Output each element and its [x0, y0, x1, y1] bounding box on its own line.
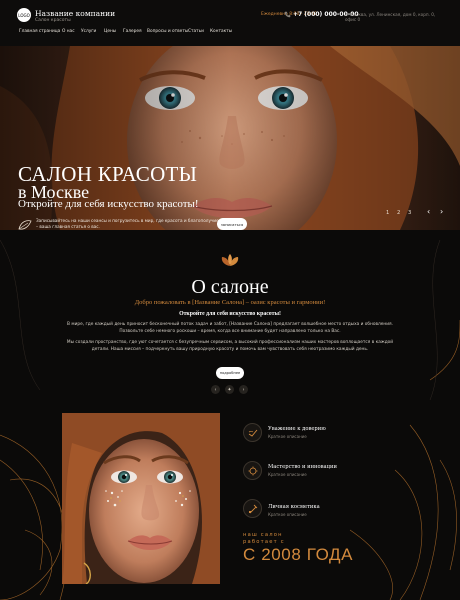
address: г. Москва, ул. Ленинская, дом 0, корп. 0… [345, 12, 436, 22]
sparkle-icon: ✦ [227, 386, 232, 393]
hero-description: Записывайтесь на наши сеансы и погрузите… [36, 218, 219, 229]
portrait-image [62, 413, 220, 584]
portrait-photo [62, 413, 220, 584]
slider-prev-button[interactable]: ‹ [427, 207, 430, 216]
nav-item-services[interactable]: Услуги [81, 29, 96, 34]
about-welcome: Добро пожаловать в [Название Салона] – о… [134, 299, 326, 306]
main-nav: Главная страница О нас Услуги Цены Галер… [0, 29, 460, 41]
nav-item-about[interactable]: О нас [62, 29, 75, 34]
phone-icon [284, 11, 291, 18]
leaf-icon [18, 220, 32, 230]
since-label: наш салон работает с [243, 532, 285, 546]
mastery-icon [243, 461, 262, 480]
nav-item-prices[interactable]: Цены [104, 29, 116, 34]
signup-button[interactable]: записаться [217, 218, 247, 230]
mini-prev-icon: ‹ [214, 386, 217, 393]
company-tagline: Салон красоты [35, 18, 71, 23]
logo-icon[interactable]: LOGO [17, 8, 31, 22]
about-paragraph-1: В мире, где каждый день приносит бесконе… [67, 322, 393, 334]
slider-page-1[interactable]: 1 [386, 210, 389, 216]
feature-title-cosmetics: Личная косметика [268, 504, 320, 510]
nav-item-contacts[interactable]: Контакты [210, 29, 232, 34]
nav-item-home[interactable]: Главная страница [19, 29, 60, 34]
trust-icon [243, 423, 262, 442]
mini-prev-button[interactable]: ‹ [211, 385, 220, 394]
nav-item-faq[interactable]: Вопросы и ответы [147, 29, 188, 34]
slider-page-3[interactable]: 3 [408, 210, 411, 216]
about-heading: Откройте для себя искусство красоты! [179, 311, 281, 317]
feature-subtitle-trust: Краткое описание [268, 434, 307, 439]
site-header: LOGO Название компании Салон красоты Еже… [0, 0, 460, 46]
feature-title-mastery: Мастерство и инновации [268, 464, 337, 470]
flower-icon [221, 254, 239, 266]
feature-subtitle-cosmetics: Краткое описание [268, 512, 307, 517]
since-line-1: наш салон [243, 532, 283, 538]
hero-banner: САЛОН КРАСОТЫ в Москве Откройте для себя… [0, 46, 460, 230]
cosmetics-icon [243, 499, 262, 518]
slider-next-button[interactable]: › [440, 207, 443, 216]
mini-next-button[interactable]: › [239, 385, 248, 394]
slider-page-2[interactable]: 2 [397, 210, 400, 216]
logo-text: LOGO [18, 12, 30, 18]
mini-next-icon: › [242, 386, 245, 393]
nav-item-articles[interactable]: Статьи [188, 29, 204, 34]
about-paragraph-2: Мы создали пространство, где уют сочетае… [66, 340, 394, 352]
since-year: С 2008 ГОДА [243, 545, 354, 564]
about-title: О салоне [191, 276, 269, 298]
hero-subtitle: Откройте для себя искусство красоты! [18, 198, 199, 210]
feature-title-trust: Уважение к доверию [268, 426, 326, 432]
nav-item-gallery[interactable]: Галерея [123, 29, 142, 34]
more-button[interactable]: подробнее [216, 367, 244, 379]
feature-subtitle-mastery: Краткое описание [268, 472, 307, 477]
mini-center-button[interactable]: ✦ [225, 385, 234, 394]
company-name[interactable]: Название компании [35, 9, 115, 18]
